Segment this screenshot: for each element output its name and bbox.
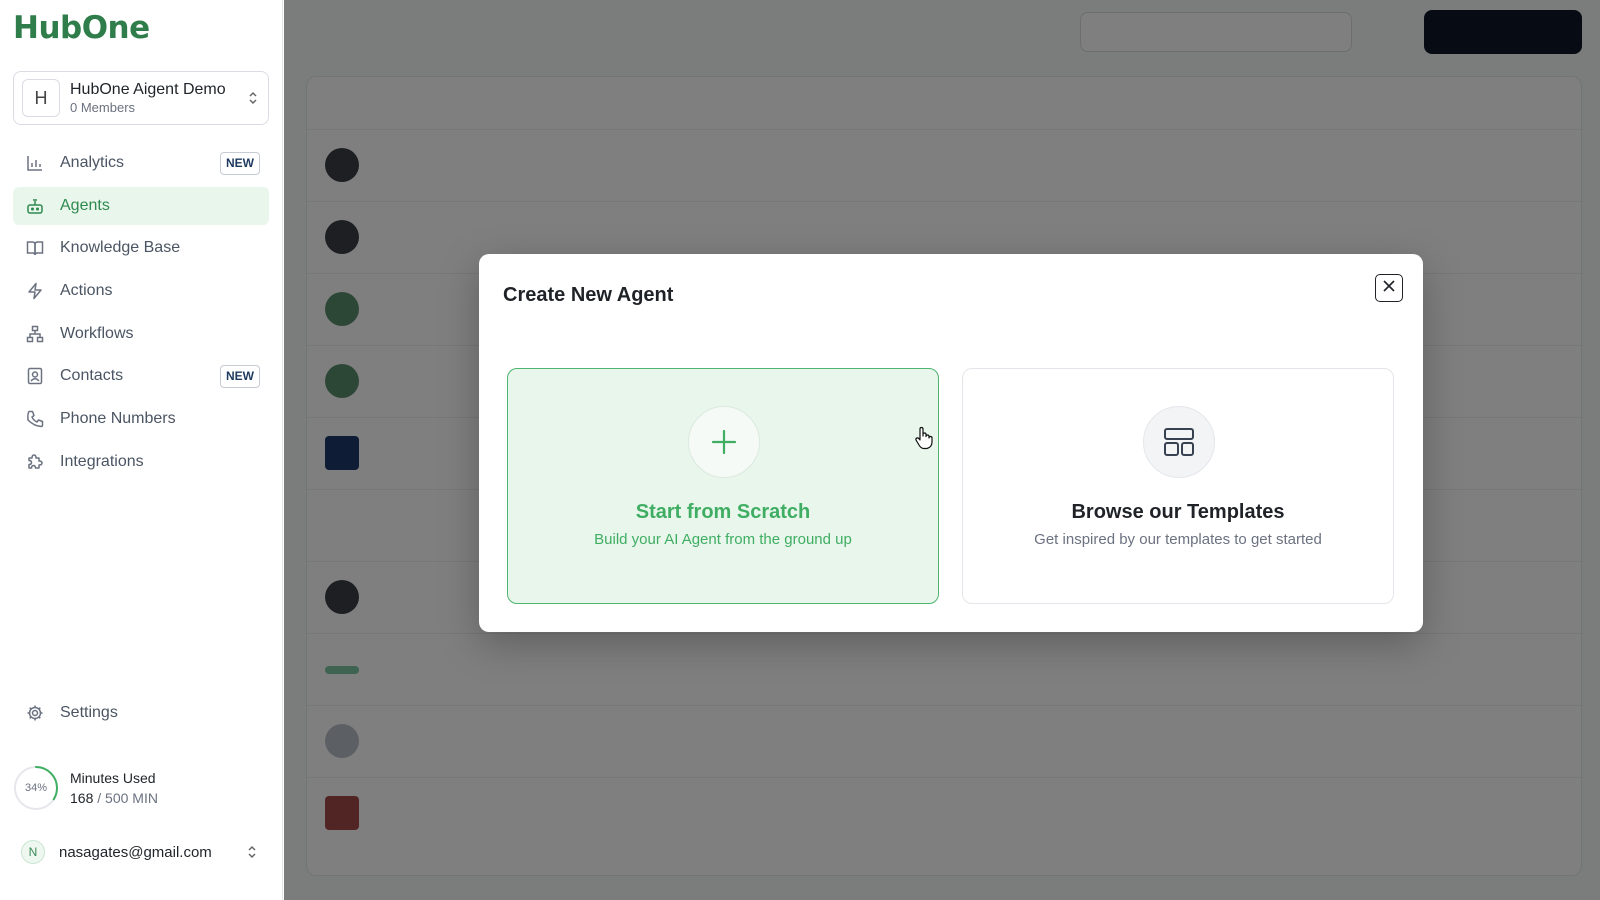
workflow-icon <box>25 324 45 344</box>
sidebar-item-label: Knowledge Base <box>60 239 181 257</box>
sidebar-item-actions[interactable]: Actions <box>13 272 269 310</box>
usage-ring: 34% <box>13 765 59 811</box>
sidebar-item-agents[interactable]: Agents <box>13 186 269 225</box>
sidebar-item-label: Integrations <box>60 452 144 470</box>
option-title: Browse our Templates <box>1071 501 1285 523</box>
option-title: Start from Scratch <box>635 501 811 523</box>
sidebar-item-integrations[interactable]: Integrations <box>13 443 269 481</box>
workspace-avatar: H <box>22 79 60 117</box>
template-icon <box>1143 406 1215 478</box>
option-subtitle: Get inspired by our templates to get sta… <box>1034 531 1322 548</box>
hand-cursor-icon <box>914 426 934 455</box>
chevron-up-down-icon <box>247 844 257 860</box>
bot-icon <box>25 196 45 216</box>
workspace-switcher[interactable]: H HubOne Aigent Demo 0 Members <box>13 71 269 125</box>
settings-label: Settings <box>60 704 118 721</box>
usage-total: / 500 MIN <box>97 790 158 806</box>
sidebar-item-phone-numbers[interactable]: Phone Numbers <box>13 400 269 438</box>
avatar: N <box>21 840 45 864</box>
sidebar-item-workflows[interactable]: Workflows <box>13 315 269 353</box>
sidebar-item-label: Agents <box>60 196 110 214</box>
create-agent-dialog: Create New Agent Start from Scratch Buil… <box>479 254 1423 632</box>
minutes-usage: 34% Minutes Used 168 / 500 MIN <box>13 763 269 813</box>
bolt-icon <box>25 281 45 301</box>
new-badge: NEW <box>220 152 260 175</box>
hubone-logo[interactable]: HubOne <box>13 10 150 46</box>
start-from-scratch-option[interactable]: Start from Scratch Build your AI Agent f… <box>507 368 939 604</box>
gear-icon <box>25 703 45 723</box>
sidebar-item-settings[interactable]: Settings <box>13 694 269 732</box>
book-icon <box>25 238 45 258</box>
dialog-title: Create New Agent <box>503 284 674 306</box>
sidebar-item-knowledge-base[interactable]: Knowledge Base <box>13 229 269 267</box>
workspace-name: HubOne Aigent Demo <box>70 80 226 98</box>
sidebar-nav: Analytics NEW Agents Knowledge Base Acti… <box>13 144 269 486</box>
sidebar-item-label: Contacts <box>60 367 124 385</box>
new-badge: NEW <box>220 365 260 389</box>
sidebar-item-analytics[interactable]: Analytics NEW <box>13 144 269 182</box>
sidebar-item-label: Analytics <box>60 154 125 171</box>
option-subtitle: Build your AI Agent from the ground up <box>594 531 852 548</box>
puzzle-icon <box>25 452 45 472</box>
usage-title: Minutes Used <box>70 770 156 786</box>
bar-chart-icon <box>25 153 45 173</box>
plus-icon <box>688 406 760 478</box>
contacts-icon <box>25 366 45 386</box>
browse-templates-option[interactable]: Browse our Templates Get inspired by our… <box>962 368 1394 604</box>
phone-icon <box>25 409 45 429</box>
usage-percent: 34% <box>24 782 48 794</box>
sidebar: HubOne H HubOne Aigent Demo 0 Members An… <box>0 0 283 900</box>
close-button[interactable] <box>1375 274 1403 302</box>
sidebar-item-label: Actions <box>60 282 113 300</box>
workspace-members: 0 Members <box>70 99 136 115</box>
sidebar-item-label: Workflows <box>60 324 134 342</box>
user-menu[interactable]: N nasagates@gmail.com <box>13 836 269 868</box>
user-email: nasagates@gmail.com <box>59 843 212 861</box>
close-icon <box>1382 279 1396 298</box>
usage-used: 168 <box>70 790 94 806</box>
sidebar-item-label: Phone Numbers <box>60 410 176 428</box>
chevron-up-down-icon <box>248 90 258 106</box>
sidebar-item-contacts[interactable]: Contacts NEW <box>13 357 269 395</box>
